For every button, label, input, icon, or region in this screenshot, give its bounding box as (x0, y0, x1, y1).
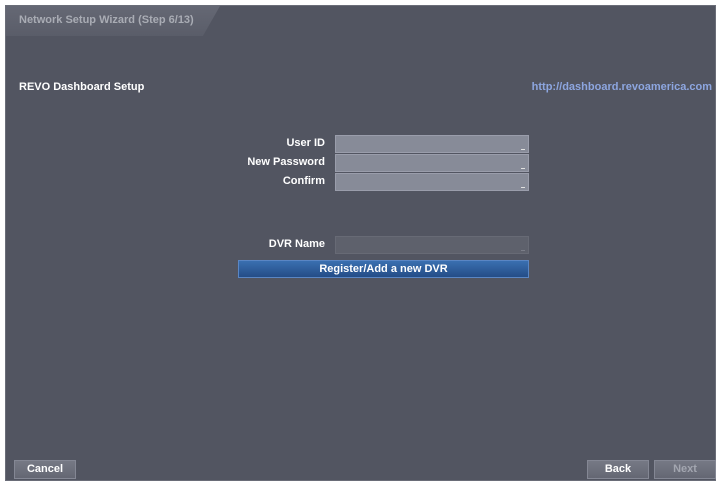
dvr-name-label: DVR Name (268, 238, 325, 250)
section-title: REVO Dashboard Setup (19, 81, 145, 93)
cancel-button[interactable]: Cancel (14, 460, 76, 479)
new-password-label: New Password (247, 156, 325, 168)
text-cursor (521, 187, 525, 188)
confirm-password-field[interactable] (335, 173, 529, 191)
wizard-window: Network Setup Wizard (Step 6/13) REVO Da… (5, 5, 716, 481)
new-password-field[interactable] (335, 154, 529, 172)
text-cursor (521, 168, 525, 169)
user-id-field[interactable] (335, 135, 529, 153)
text-cursor (521, 149, 525, 150)
register-dvr-button[interactable]: Register/Add a new DVR (238, 260, 529, 278)
back-button[interactable]: Back (587, 460, 649, 479)
user-id-label: User ID (286, 137, 325, 149)
text-cursor (521, 250, 525, 251)
dvr-name-field[interactable] (335, 236, 529, 254)
confirm-label: Confirm (282, 175, 325, 187)
window-title: Network Setup Wizard (Step 6/13) (19, 14, 194, 26)
dashboard-url-link[interactable]: http://dashboard.revoamerica.com (532, 81, 712, 93)
next-button[interactable]: Next (654, 460, 716, 479)
